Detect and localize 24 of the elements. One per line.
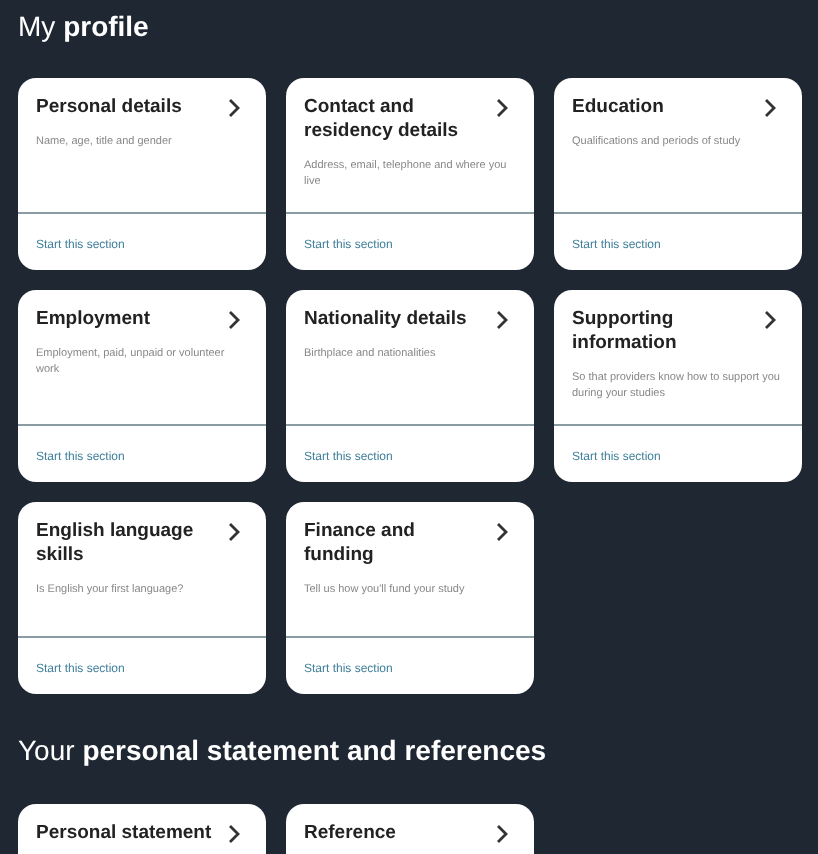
section-card[interactable]: Reference (286, 804, 534, 854)
chevron-right-icon (496, 310, 508, 330)
chevron-right-icon (228, 824, 240, 844)
chevron-right-icon (496, 522, 508, 542)
chevron-right-icon (764, 310, 776, 330)
section-heading: My profile (18, 8, 149, 44)
section-card[interactable]: Personal statement (18, 804, 266, 854)
chevron-right-icon (496, 98, 508, 118)
card-title: Education (572, 96, 664, 120)
section-heading: Your personal statement and references (18, 732, 547, 768)
card-title: Contact and residency details (304, 96, 461, 144)
card-title: Employment (36, 308, 151, 332)
card-title: English language skills (36, 520, 196, 568)
chevron-right-icon (228, 310, 240, 330)
card-title: Personal details (36, 96, 182, 120)
card-title: Personal statement (36, 822, 212, 846)
chevron-right-icon (228, 522, 240, 542)
card-title: Nationality details (304, 308, 467, 332)
chevron-right-icon (764, 98, 776, 118)
card-title: Supporting information (572, 308, 679, 356)
card-title: Reference (304, 822, 396, 846)
chevron-right-icon (228, 98, 240, 118)
chevron-right-icon (496, 824, 508, 844)
card-title: Finance and funding (304, 520, 417, 568)
